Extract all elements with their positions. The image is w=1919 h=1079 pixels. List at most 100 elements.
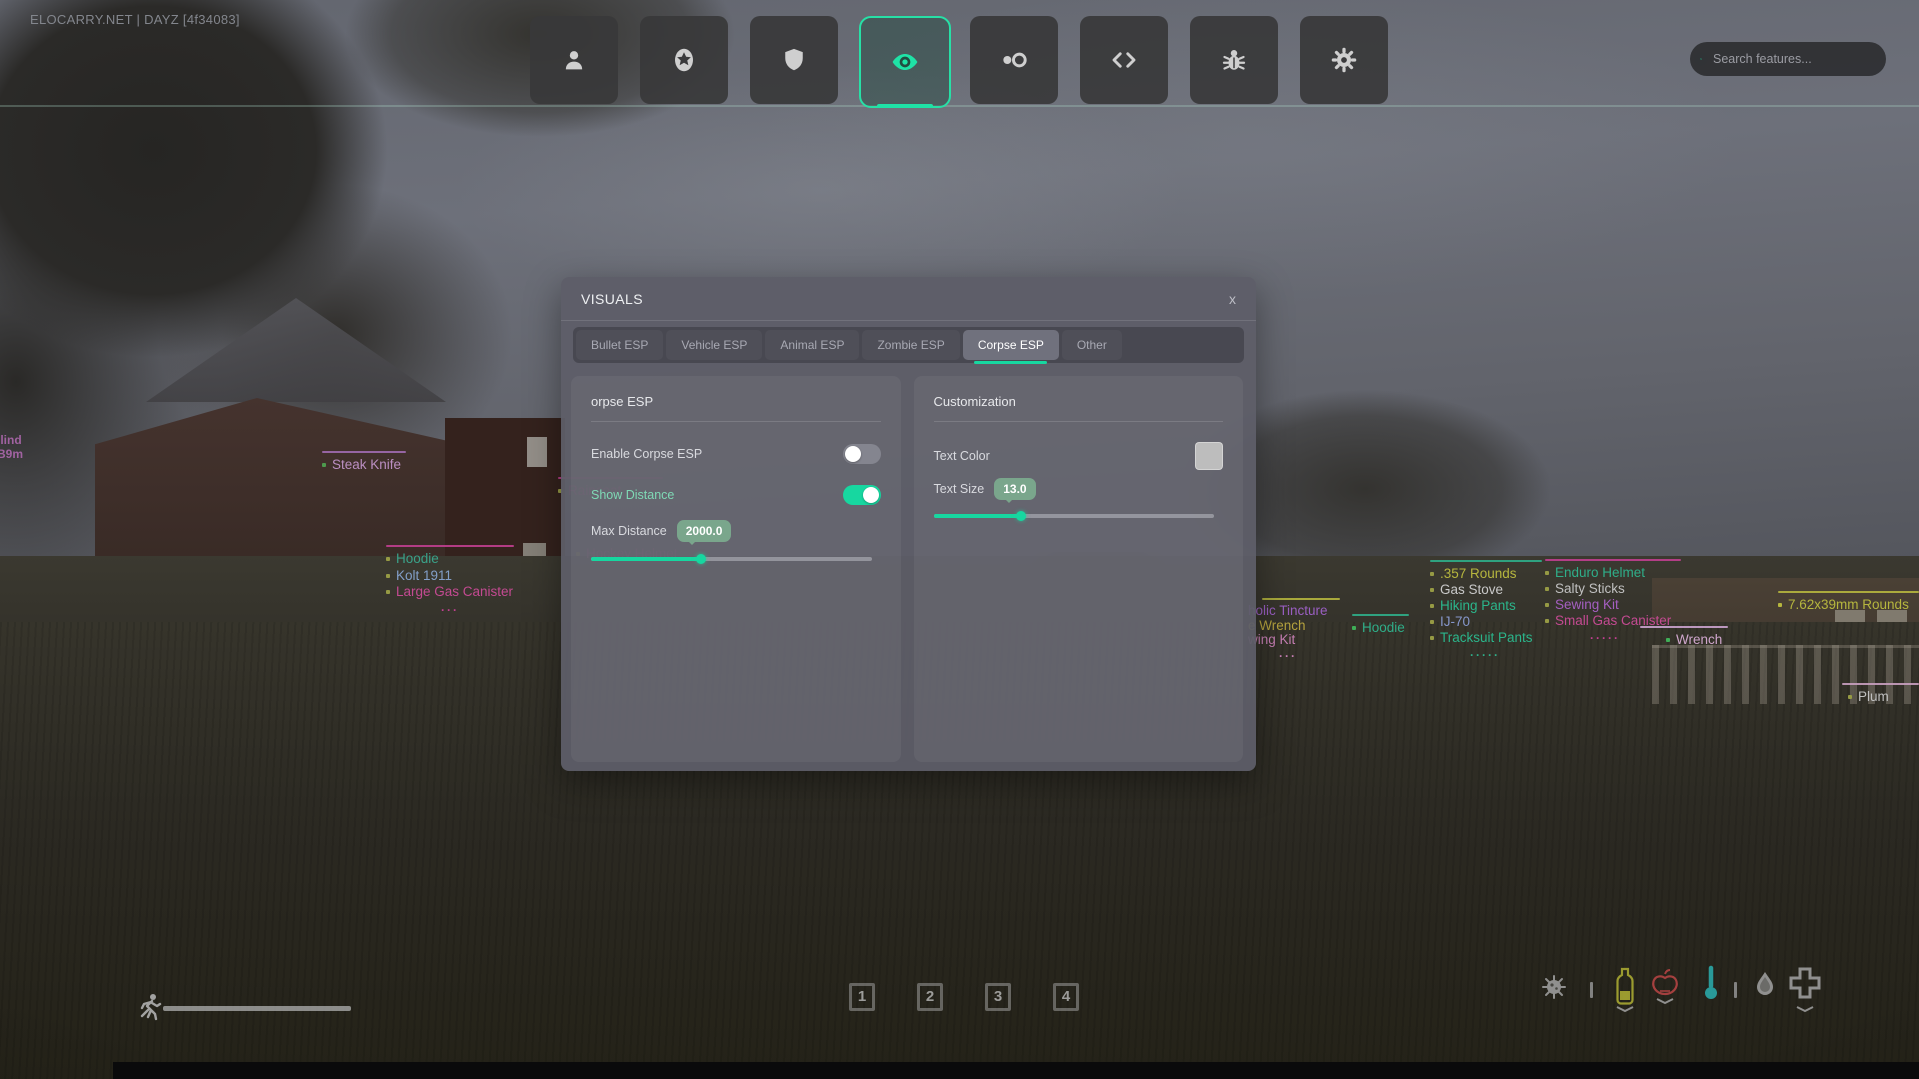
virus-icon [1536, 972, 1572, 1007]
esp-box-edge [1778, 591, 1919, 593]
top-separator [0, 105, 1919, 107]
nav-toggles-button[interactable] [970, 16, 1058, 104]
close-icon[interactable]: x [1229, 292, 1236, 306]
esp-dot [1430, 620, 1434, 624]
runner-icon [136, 992, 164, 1029]
setting-label: Enable Corpse ESP [591, 447, 702, 461]
hotbar-slot-2[interactable]: 2 [917, 983, 943, 1011]
nav-code-button[interactable] [1080, 16, 1168, 104]
enable-corpse-esp-toggle[interactable] [843, 444, 881, 464]
esp-dot [386, 557, 390, 561]
esp-dot [1778, 603, 1782, 607]
esp-dot [1545, 571, 1549, 575]
hud-divider [1734, 982, 1737, 998]
hotbar-slot-3[interactable]: 3 [985, 983, 1011, 1011]
esp-box-edge [386, 545, 514, 547]
esp-label-group: Hoodie Kolt 1911 Large Gas Canister ··· [386, 545, 514, 618]
bottle-icon [1612, 966, 1638, 1019]
esp-label-group: Plum [1842, 683, 1919, 706]
hotbar-slot-1[interactable]: 1 [849, 983, 875, 1011]
temperature-icon [1701, 964, 1721, 1009]
player-icon [560, 46, 588, 74]
esp-label: Large Gas Canister [386, 584, 514, 601]
esp-label: Hiking Pants [1430, 598, 1542, 614]
esp-label: Sewing Kit [1545, 597, 1681, 613]
visuals-panel: VISUALS x Bullet ESP Vehicle ESP Animal … [561, 277, 1256, 771]
shield-icon [780, 46, 808, 74]
toggle-knob [845, 446, 861, 462]
active-nav-underline [877, 104, 933, 108]
tab-corpse-esp[interactable]: Corpse ESP [963, 330, 1059, 360]
nav-player-button[interactable] [530, 16, 618, 104]
esp-box-edge [1640, 626, 1728, 628]
slider-value-badge: 13.0 [994, 478, 1035, 500]
star-icon [669, 45, 699, 75]
esp-dot [1545, 619, 1549, 623]
esp-dot [386, 574, 390, 578]
tab-other[interactable]: Other [1062, 330, 1122, 360]
divider [591, 421, 881, 422]
esp-label: wing Kit [1248, 633, 1340, 648]
esp-label: holic Tincture [1248, 604, 1340, 619]
nav-visuals-button[interactable] [859, 16, 951, 108]
enable-corpse-esp-row: Enable Corpse ESP [591, 444, 881, 464]
code-icon [1109, 45, 1139, 75]
esp-dot [1352, 626, 1356, 630]
esp-dot [1430, 588, 1434, 592]
tab-bullet-esp[interactable]: Bullet ESP [576, 330, 663, 360]
panel-title: VISUALS [581, 291, 643, 307]
max-distance-row: Max Distance 2000.0 [591, 520, 881, 542]
slider-thumb[interactable] [696, 554, 706, 564]
esp-label-fragment: ilind [0, 433, 22, 447]
text-color-swatch[interactable] [1195, 442, 1223, 470]
panel-header: VISUALS x [561, 277, 1256, 321]
esp-label: Hoodie [1352, 620, 1409, 637]
esp-box-edge [1842, 683, 1919, 685]
text-color-row: Text Color [934, 442, 1224, 470]
setting-label: Max Distance [591, 524, 667, 538]
screen: ilind B9m Steak Knife Raincoat Hockey He… [0, 0, 1919, 1079]
search-input[interactable] [1711, 51, 1876, 67]
nav-shield-button[interactable] [750, 16, 838, 104]
text-size-slider[interactable] [934, 514, 1215, 518]
tab-zombie-esp[interactable]: Zombie ESP [862, 330, 959, 360]
toggle-knob [863, 487, 879, 503]
setting-label: Text Color [934, 449, 990, 463]
setting-label: Text Size [934, 482, 985, 496]
customization-card: Customization Text Color Text Size 13.0 [914, 376, 1244, 762]
esp-label-group: Steak Knife [322, 451, 406, 474]
slider-fill [591, 557, 701, 561]
tab-animal-esp[interactable]: Animal ESP [765, 330, 859, 360]
esp-dot [1545, 603, 1549, 607]
esp-label: Wrench [1666, 632, 1728, 649]
esp-label-fragment: B9m [0, 447, 23, 461]
esp-label-group: holic Tincture e Wrench wing Kit ··· [1248, 598, 1340, 663]
esp-label: Salty Sticks [1545, 581, 1681, 597]
nav-settings-button[interactable] [1300, 16, 1388, 104]
show-distance-row: Show Distance [591, 485, 881, 505]
eye-icon [889, 46, 921, 78]
esp-dot [1430, 636, 1434, 640]
corpse-esp-card: orpse ESP Enable Corpse ESP Show Distanc… [571, 376, 901, 762]
esp-label: e Wrench [1248, 619, 1340, 634]
max-distance-slider[interactable] [591, 557, 872, 561]
nav-debug-button[interactable] [1190, 16, 1278, 104]
esp-dot [1545, 587, 1549, 591]
nav-star-button[interactable] [640, 16, 728, 104]
slider-fill [934, 514, 1021, 518]
esp-label: Enduro Helmet [1545, 565, 1681, 581]
esp-label: Steak Knife [322, 457, 406, 474]
card-title: Customization [934, 394, 1224, 409]
esp-label: .357 Rounds [1430, 566, 1542, 582]
esp-more-dots: ····· [1430, 647, 1540, 663]
show-distance-toggle[interactable] [843, 485, 881, 505]
esp-label: Plum [1848, 689, 1919, 706]
hotbar-slot-4[interactable]: 4 [1053, 983, 1079, 1011]
esp-dot [386, 590, 390, 594]
text-size-row: Text Size 13.0 [934, 478, 1224, 500]
esp-dot [322, 463, 326, 467]
water-icon [1752, 970, 1778, 1007]
tab-bar: Bullet ESP Vehicle ESP Animal ESP Zombie… [573, 327, 1244, 363]
tab-vehicle-esp[interactable]: Vehicle ESP [666, 330, 762, 360]
slider-thumb[interactable] [1016, 511, 1026, 521]
